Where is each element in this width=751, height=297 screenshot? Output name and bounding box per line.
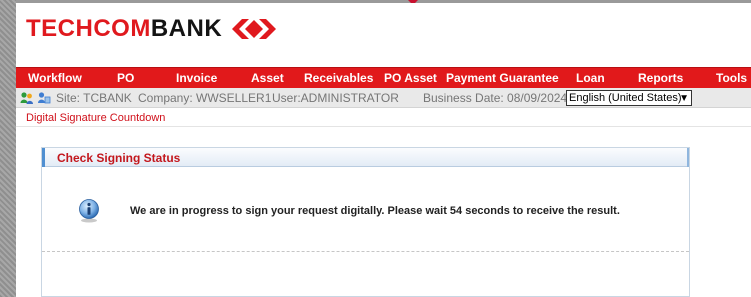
techcombank-logo[interactable]: TECHCOMBANK	[26, 15, 277, 43]
language-select[interactable]: English (United States) ▼	[566, 90, 692, 106]
company-label: Company: WWSELLER1	[138, 91, 272, 105]
menu-item-asset[interactable]: Asset	[251, 71, 284, 85]
menu-item-po[interactable]: PO	[117, 71, 134, 85]
panel-header: Check Signing Status	[42, 148, 689, 167]
menu-item-invoice[interactable]: Invoice	[176, 71, 217, 85]
menu-item-po-asset[interactable]: PO Asset	[384, 71, 437, 85]
status-message-row: We are in progress to sign your request …	[42, 168, 689, 252]
main-menu: Workflow PO Invoice Asset Receivables PO…	[16, 67, 751, 88]
menu-item-tools[interactable]: Tools	[716, 71, 747, 85]
status-message: We are in progress to sign your request …	[130, 205, 620, 217]
users-blue-icon[interactable]	[37, 91, 51, 105]
menu-item-loan[interactable]: Loan	[576, 71, 605, 85]
logo-text: TECHCOMBANK	[26, 15, 223, 42]
user-label: User:ADMINISTRATOR	[272, 91, 399, 105]
users-green-icon[interactable]	[20, 91, 34, 105]
logo-diamond-icon	[232, 19, 277, 39]
site-label: Site: TCBANK	[56, 91, 132, 105]
chevron-down-icon: ▼	[679, 93, 689, 104]
check-signing-status-panel: Check Signing Status We are in progress …	[41, 147, 690, 297]
menu-item-reports[interactable]: Reports	[638, 71, 683, 85]
info-icon	[79, 199, 99, 223]
session-info-bar: Site: TCBANK Company: WWSELLER1 User:ADM…	[16, 88, 751, 108]
app-window: TECHCOMBANK Workflow PO Invoice Asset Re…	[16, 3, 751, 297]
sub-navigation: Digital Signature Countdown	[16, 109, 751, 127]
window-background-strip	[0, 0, 16, 297]
business-date-label: Business Date: 08/09/2024	[423, 91, 568, 105]
digital-signature-countdown-link[interactable]: Digital Signature Countdown	[26, 112, 165, 124]
menu-item-receivables[interactable]: Receivables	[304, 71, 373, 85]
header: TECHCOMBANK	[16, 3, 751, 67]
language-select-value: English (United States)	[569, 92, 682, 104]
menu-item-payment-guarantee[interactable]: Payment Guarantee	[446, 71, 559, 85]
menu-item-workflow[interactable]: Workflow	[28, 71, 82, 85]
panel-title: Check Signing Status	[57, 151, 181, 165]
